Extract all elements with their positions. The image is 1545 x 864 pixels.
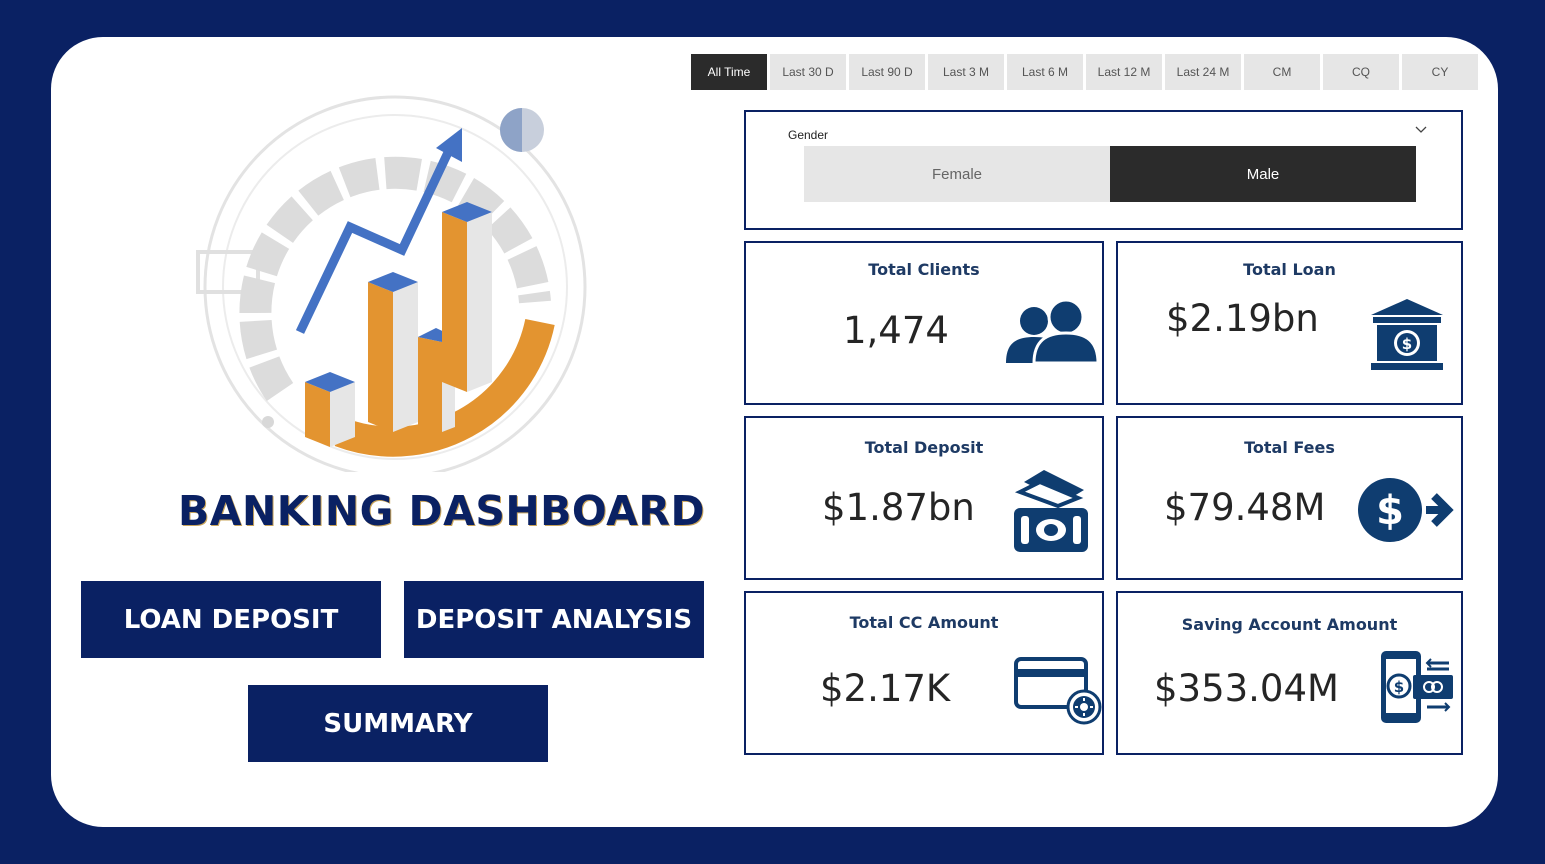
tab-cm[interactable]: CM [1244,54,1320,90]
dashboard-title: BANKING DASHBOARD [178,487,706,535]
kpi-title: Total CC Amount [849,613,999,632]
kpi-title: Total Loan [1243,260,1336,279]
tab-last-6-m[interactable]: Last 6 M [1007,54,1083,90]
kpi-value: $2.19bn [1166,297,1319,340]
kpi-title: Total Fees [1244,438,1335,457]
chevron-down-icon[interactable] [1415,124,1427,136]
kpi-title: Total Clients [868,260,980,279]
tab-last-24-m[interactable]: Last 24 M [1165,54,1241,90]
bank-icon: $ [1371,299,1443,370]
mobile-payment-icon: $ [1381,651,1453,723]
gender-slicer: Gender Female Male [744,110,1463,230]
cash-icon [1014,470,1088,552]
people-icon [1006,298,1098,365]
banking-chart-logo-icon [196,95,587,472]
svg-text:$: $ [1402,335,1412,353]
tab-cy[interactable]: CY [1402,54,1478,90]
svg-text:$: $ [1394,678,1404,696]
kpi-total-fees: Total Fees $79.48M $ [1116,416,1463,580]
svg-text:$: $ [1376,488,1404,534]
kpi-value: $353.04M [1154,667,1339,710]
kpi-total-clients: Total Clients 1,474 [744,241,1104,405]
kpi-total-deposit: Total Deposit $1.87bn [744,416,1104,580]
kpi-total-cc-amount: Total CC Amount $2.17K [744,591,1104,755]
gender-options: Female Male [804,146,1416,202]
tab-last-90-d[interactable]: Last 90 D [849,54,925,90]
kpi-total-loan: Total Loan $2.19bn $ [1116,241,1463,405]
tab-cq[interactable]: CQ [1323,54,1399,90]
gender-label: Gender [788,128,829,142]
kpi-saving-account-amount: Saving Account Amount $353.04M $ [1116,591,1463,755]
loan-deposit-button[interactable]: LOAN DEPOSIT [81,581,381,658]
kpi-title: Total Deposit [864,438,984,457]
deposit-analysis-button[interactable]: DEPOSIT ANALYSIS [404,581,704,658]
gender-option-male[interactable]: Male [1110,146,1416,202]
tab-all-time[interactable]: All Time [691,54,767,90]
tab-last-30-d[interactable]: Last 30 D [770,54,846,90]
tab-last-12-m[interactable]: Last 12 M [1086,54,1162,90]
kpi-value: $79.48M [1164,486,1326,529]
kpi-value: 1,474 [843,309,949,352]
kpi-value: $2.17K [820,667,951,710]
gender-option-female[interactable]: Female [804,146,1110,202]
kpi-title: Saving Account Amount [1181,615,1398,634]
kpi-value: $1.87bn [822,486,975,529]
date-filter-tabs: All Time Last 30 D Last 90 D Last 3 M La… [691,54,1478,90]
credit-card-gear-icon [1014,657,1102,725]
tab-last-3-m[interactable]: Last 3 M [928,54,1004,90]
summary-button[interactable]: SUMMARY [248,685,548,762]
dollar-arrow-icon: $ [1358,478,1454,542]
